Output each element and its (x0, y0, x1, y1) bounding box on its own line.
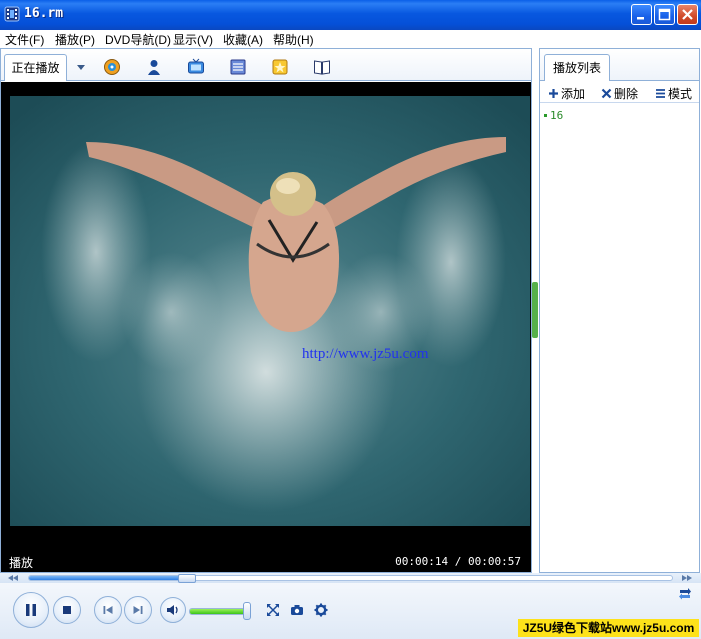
window-title: 16.rm (24, 6, 64, 21)
menu-help[interactable]: 帮助(H) (273, 31, 314, 48)
mini-mode-icon[interactable] (678, 587, 692, 601)
list-icon (656, 89, 665, 98)
seek-bar[interactable] (28, 574, 673, 583)
film-reel-icon (4, 6, 20, 22)
previous-button[interactable] (94, 596, 122, 624)
library-icon[interactable] (229, 58, 247, 76)
settings-gear-icon[interactable] (314, 603, 328, 617)
star-badge-icon[interactable] (271, 58, 289, 76)
plus-icon (549, 89, 558, 98)
mode-button[interactable]: 模式 (655, 85, 692, 102)
speaker-icon (167, 605, 178, 615)
menu-dvd-navigation[interactable]: DVD导航(D) (105, 31, 171, 48)
stop-button[interactable] (53, 596, 81, 624)
menu-file[interactable]: 文件(F) (5, 31, 44, 48)
close-icon (682, 9, 693, 20)
seek-thumb[interactable] (177, 574, 196, 583)
video-frame-image (10, 96, 530, 552)
feature-tabstrip: 正在播放 (1, 49, 531, 81)
pause-button[interactable] (13, 592, 49, 628)
menu-view[interactable]: 显示(V) (173, 31, 213, 48)
tab-now-playing[interactable]: 正在播放 (4, 54, 67, 81)
user-icon[interactable] (145, 58, 163, 76)
watermark-url: http://www.jz5u.com (302, 346, 429, 362)
maximize-icon (658, 8, 671, 21)
add-button[interactable]: 添加 (548, 85, 585, 102)
maximize-button[interactable] (654, 4, 675, 25)
chevron-down-icon[interactable] (73, 61, 89, 73)
minimize-button[interactable] (631, 4, 652, 25)
pause-icon (26, 604, 36, 616)
close-button[interactable] (677, 4, 698, 25)
playlist-item-label: 16 (550, 109, 564, 122)
skip-back-icon (103, 606, 113, 614)
playback-state: 播放 (9, 556, 34, 570)
next-button[interactable] (124, 596, 152, 624)
add-label: 添加 (561, 87, 586, 101)
delete-button[interactable]: 删除 (601, 85, 638, 102)
playlist-toolbar: 添加 删除 模式 (540, 82, 699, 103)
bullet-icon (544, 114, 547, 117)
delete-label: 删除 (614, 87, 639, 101)
menu-bar: 文件(F) 播放(P) DVD导航(D) 显示(V) 收藏(A) 帮助(H) (0, 30, 701, 48)
title-bar[interactable]: 16.rm (0, 0, 701, 30)
fullscreen-icon[interactable] (266, 603, 280, 617)
stop-icon (63, 606, 71, 614)
time-readout: 00:00:14 / 00:00:57 (395, 555, 521, 568)
minimize-icon (637, 17, 644, 20)
video-display[interactable] (1, 82, 531, 552)
media-guide-icon[interactable] (103, 58, 121, 76)
mode-label: 模式 (668, 87, 693, 101)
tab-playlist[interactable]: 播放列表 (544, 54, 610, 81)
camera-icon[interactable] (290, 603, 304, 617)
fast-forward-icon[interactable] (680, 574, 694, 582)
playlist-item[interactable]: 16 (544, 109, 563, 122)
book-icon[interactable] (313, 58, 331, 76)
menu-play[interactable]: 播放(P) (55, 31, 95, 48)
playlist-pane: 播放列表 添加 删除 模式 16 (539, 48, 700, 573)
menu-favorites[interactable]: 收藏(A) (223, 31, 263, 48)
tv-icon[interactable] (187, 58, 205, 76)
volume-slider[interactable] (189, 608, 247, 615)
skip-forward-icon (133, 606, 143, 614)
x-icon (601, 88, 612, 99)
seek-progress (29, 576, 187, 580)
playlist-tabstrip: 播放列表 (540, 49, 699, 81)
volume-thumb[interactable] (243, 602, 251, 620)
player-pane: 正在播放 http://www.jz5u.com 播放 00:00:14 / 0… (0, 48, 532, 573)
rewind-icon[interactable] (6, 574, 20, 582)
seek-row (0, 573, 701, 583)
video-status-bar: 播放 00:00:14 / 00:00:57 (1, 552, 531, 572)
site-brand-banner: JZ5U绿色下载站www.jz5u.com (518, 619, 699, 637)
mute-button[interactable] (160, 597, 186, 623)
pane-splitter[interactable] (532, 282, 538, 338)
volume-level (190, 609, 244, 614)
